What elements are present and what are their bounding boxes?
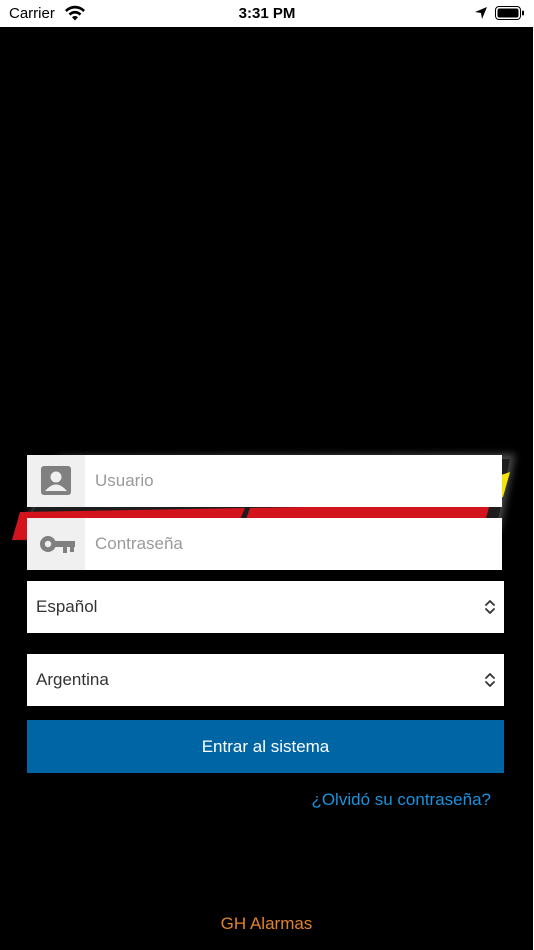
password-input[interactable] (85, 518, 505, 570)
password-field[interactable] (27, 518, 505, 570)
select-chevron-icon (485, 673, 495, 687)
login-screen: Español Argentina Entrar al sistema ¿Olv… (0, 27, 533, 950)
country-select[interactable]: Argentina (27, 654, 504, 706)
key-icon (40, 536, 75, 553)
clock: 3:31 PM (238, 5, 296, 22)
select-chevron-icon (485, 600, 495, 614)
status-bar: Carrier 3:31 PM (0, 0, 534, 27)
username-input[interactable] (85, 455, 505, 507)
user-icon (41, 466, 71, 495)
language-select[interactable]: Español (27, 581, 504, 633)
language-selected: Español (36, 597, 98, 616)
password-icon-cell (27, 518, 85, 570)
location-arrow-icon (475, 7, 487, 19)
forgot-password-link[interactable]: ¿Olvidó su contraseña? (311, 790, 491, 810)
battery-icon (495, 6, 524, 20)
login-button[interactable]: Entrar al sistema (27, 720, 504, 773)
username-field[interactable] (27, 455, 505, 507)
username-icon-cell (27, 455, 85, 507)
country-selected: Argentina (36, 670, 109, 689)
footer-brand: GH Alarmas (220, 914, 313, 933)
